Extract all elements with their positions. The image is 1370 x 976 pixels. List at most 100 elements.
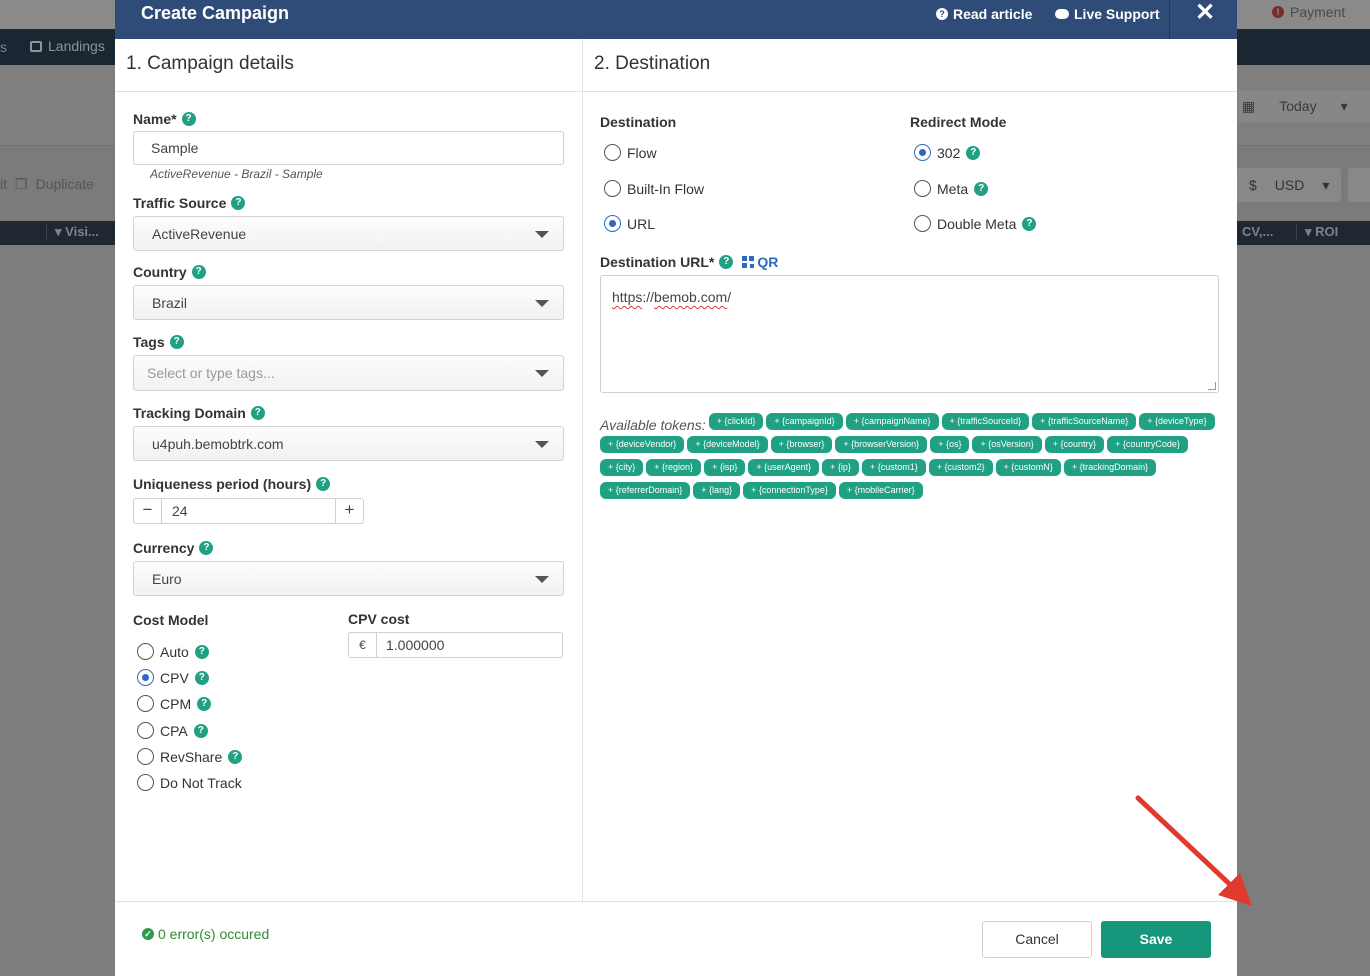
token-chip[interactable]: + {campaignId} [766,413,843,430]
duplicate-button[interactable]: it ❐ Duplicate [0,176,94,193]
token-chip[interactable]: + {isp} [704,459,746,476]
help-icon[interactable]: ? [1022,216,1037,231]
token-chip[interactable]: + {custom1} [861,459,926,476]
read-article-link[interactable]: ? Read article [936,6,1032,22]
currency-select-modal[interactable]: Euro [133,561,564,596]
help-icon[interactable]: ? [228,749,243,764]
currency-select[interactable]: $ USD ▾ [1237,168,1341,202]
column-header-visits[interactable]: ▾ Visi... [46,224,99,240]
redirect-302[interactable]: 302? [914,144,981,161]
help-icon[interactable]: ? [194,644,209,659]
token-chip[interactable]: + {browser} [770,436,833,453]
minus-button[interactable]: − [134,499,161,523]
nav-item-partial[interactable]: s [0,39,7,55]
traffic-source-select[interactable]: ActiveRevenue [133,216,564,251]
radio-unchecked-icon[interactable] [137,722,154,739]
token-chip[interactable]: + {browserVersion} [835,436,928,453]
cancel-button[interactable]: Cancel [982,921,1092,958]
cost-model-cpm[interactable]: CPM? [137,695,212,712]
radio-unchecked-icon[interactable] [604,180,621,197]
help-icon[interactable]: ? [316,477,331,491]
help-icon[interactable]: ? [250,406,265,420]
country-select[interactable]: Brazil [133,285,564,320]
redirect-double-meta[interactable]: Double Meta? [914,215,1037,232]
token-chip[interactable]: + {country} [1044,436,1105,453]
tags-select[interactable]: Select or type tags... [133,355,564,391]
radio-unchecked-icon[interactable] [137,774,154,791]
destination-built-in-flow[interactable]: Built-In Flow [604,180,704,197]
save-button[interactable]: Save [1101,921,1211,958]
name-input[interactable]: Sample [133,131,564,165]
redirect-meta[interactable]: Meta? [914,180,989,197]
help-icon[interactable]: ? [199,541,214,555]
destination-url[interactable]: URL [604,215,655,232]
token-chip[interactable]: + {customN} [995,459,1061,476]
close-icon[interactable]: ✕ [1193,0,1217,26]
destination-url-textarea[interactable]: https://bemob.com/ [600,275,1219,393]
cost-model-cpv[interactable]: CPV? [137,669,209,686]
token-chip[interactable]: + {osVersion} [972,436,1042,453]
resize-handle[interactable] [1208,382,1216,390]
help-icon[interactable]: ? [181,112,196,126]
live-support-link[interactable]: Live Support [1055,6,1160,22]
radio-unchecked-icon[interactable] [137,695,154,712]
radio-label: CPA [160,722,188,739]
token-chip[interactable]: + {userAgent} [748,459,820,476]
token-chip[interactable]: + {city} [600,459,644,476]
radio-unchecked-icon[interactable] [914,180,931,197]
token-chip[interactable]: + {deviceModel} [687,436,768,453]
token-chip[interactable]: + {referrerDomain} [600,482,691,499]
token-chip[interactable]: + {campaignName} [845,413,939,430]
token-chip[interactable]: + {clickId} [708,413,764,430]
help-icon[interactable]: ? [231,196,246,210]
radio-label: Do Not Track [160,774,242,791]
token-chip[interactable]: + {deviceType} [1139,413,1215,430]
token-chip[interactable]: + {region} [646,459,702,476]
destination-flow[interactable]: Flow [604,144,657,161]
radio-unchecked-icon[interactable] [914,215,931,232]
radio-checked-icon[interactable] [914,144,931,161]
payment-link[interactable]: ! Payment [1272,4,1345,20]
help-icon[interactable]: ? [197,696,212,711]
radio-unchecked-icon[interactable] [137,643,154,660]
token-chip[interactable]: + {countryCode} [1107,436,1188,453]
token-chip[interactable]: + {os} [930,436,970,453]
date-range-select[interactable]: ▦ Today ▾ [1238,90,1370,122]
radio-unchecked-icon[interactable] [137,748,154,765]
uniqueness-input[interactable]: 24 [161,499,336,523]
cpv-cost-input[interactable]: € 1.000000 [348,632,563,658]
token-chip[interactable]: + {connectionType} [743,482,836,499]
help-icon[interactable]: ? [719,255,734,269]
landings-icon [30,40,42,52]
plus-button[interactable]: + [336,499,363,523]
name-preview-hint: ActiveRevenue - Brazil - Sample [150,167,323,181]
token-chip[interactable]: + {mobileCarrier} [838,482,923,499]
help-icon[interactable]: ? [191,265,206,279]
token-chip[interactable]: + {deviceVendor} [600,436,685,453]
qr-link[interactable]: QR [742,254,778,270]
tracking-domain-select[interactable]: u4puh.bemobtrk.com [133,426,564,461]
help-icon[interactable]: ? [966,145,981,160]
help-icon[interactable]: ? [974,181,989,196]
toolbar-button-partial[interactable] [1348,168,1370,202]
cost-model-do-not-track[interactable]: Do Not Track [137,774,242,791]
token-chip[interactable]: + {custom2} [928,459,993,476]
token-chip[interactable]: + {trackingDomain} [1063,459,1157,476]
help-icon[interactable]: ? [169,335,184,349]
nav-item-landings[interactable]: Landings [30,38,105,54]
radio-unchecked-icon[interactable] [604,144,621,161]
cost-model-cpa[interactable]: CPA? [137,722,208,739]
column-header-cv[interactable]: CV,... [1242,224,1273,239]
token-chip[interactable]: + {trafficSourceId} [941,413,1030,430]
token-chip[interactable]: + {ip} [822,459,859,476]
cost-model-auto[interactable]: Auto? [137,643,209,660]
radio-label: 302 [937,144,961,161]
radio-checked-icon[interactable] [137,669,154,686]
token-chip[interactable]: + {lang} [693,482,741,499]
radio-checked-icon[interactable] [604,215,621,232]
help-icon[interactable]: ? [193,723,208,738]
column-header-roi[interactable]: ▾ ROI [1296,224,1338,240]
help-icon[interactable]: ? [194,670,209,685]
token-chip[interactable]: + {trafficSourceName} [1032,413,1137,430]
cost-model-revshare[interactable]: RevShare? [137,748,243,765]
